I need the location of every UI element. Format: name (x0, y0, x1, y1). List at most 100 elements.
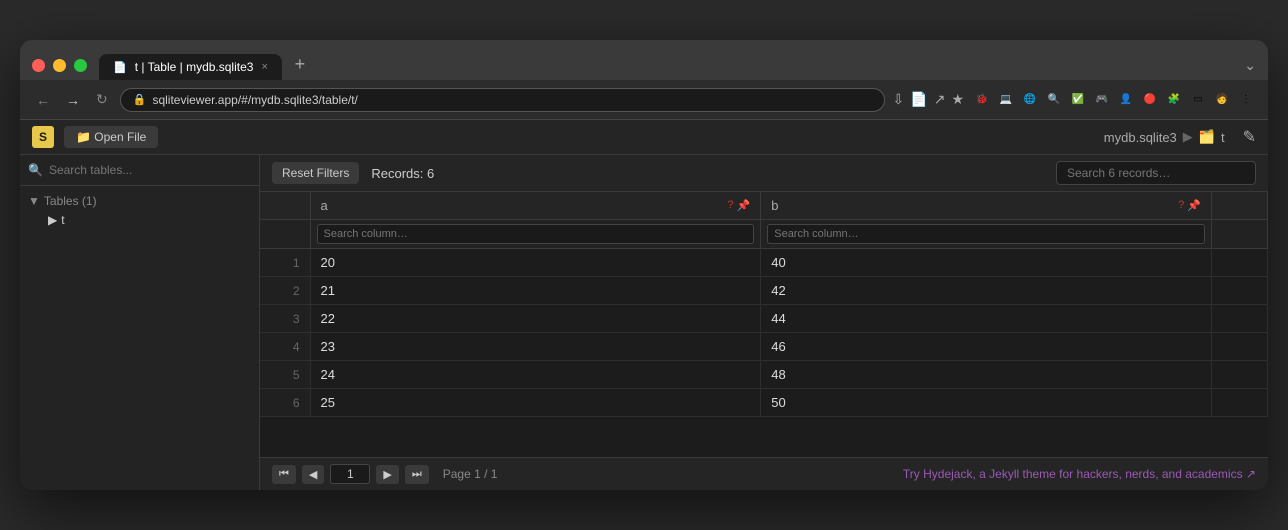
col-a-search-input[interactable] (317, 224, 755, 244)
tab-icon: 📄 (113, 61, 127, 74)
reset-filters-button[interactable]: Reset Filters (272, 162, 359, 184)
rownum-cell: 5 (260, 361, 310, 389)
table-row: 5 24 48 (260, 361, 1268, 389)
sidebar: 🔍 ▼ Tables (1) ▶ t (20, 155, 260, 490)
url-text: sqliteviewer.app/#/mydb.sqlite3/table/t/ (152, 93, 357, 107)
bookmark-icon[interactable]: ★ (951, 91, 964, 108)
app-content: S 📁 Open File mydb.sqlite3 ▶ 🗂️ t ✎ 🔍 (20, 120, 1268, 490)
col-extra-cell (1211, 305, 1267, 333)
prev-page-button[interactable]: ◀ (302, 465, 324, 484)
col-b-cell: 42 (761, 277, 1212, 305)
col-header-a: a ? 📌 (310, 192, 761, 220)
col-a-cell: 20 (310, 249, 761, 277)
lock-icon: 🔒 (133, 93, 147, 106)
open-file-button[interactable]: 📁 Open File (64, 126, 158, 148)
table-header-row: a ? 📌 b (260, 192, 1268, 220)
rownum-header (260, 192, 310, 220)
minimize-dot[interactable] (53, 59, 66, 72)
col-b-info-icon[interactable]: ? (1178, 199, 1184, 212)
ext-9[interactable]: 🧩 (1164, 90, 1184, 110)
title-bar: 📄 t | Table | mydb.sqlite3 × + ⌄ (20, 40, 1268, 80)
breadcrumb: mydb.sqlite3 ▶ 🗂️ t (1104, 129, 1225, 145)
ext-11[interactable]: 🧑 (1212, 90, 1232, 110)
tables-section-label: Tables (1) (44, 194, 97, 208)
col-b-cell: 44 (761, 305, 1212, 333)
sidebar-item-t[interactable]: ▶ t (28, 210, 251, 230)
rownum-cell: 6 (260, 389, 310, 417)
table-row: 2 21 42 (260, 277, 1268, 305)
page-input[interactable] (330, 464, 370, 484)
sidebar-search-input[interactable] (49, 163, 251, 177)
more-extensions[interactable]: ⋮ (1236, 90, 1256, 110)
first-page-button[interactable]: ⏮ (272, 465, 296, 484)
address-bar: ← → ↻ 🔒 sqliteviewer.app/#/mydb.sqlite3/… (20, 80, 1268, 120)
collapse-icon: ▼ (28, 194, 40, 208)
active-tab[interactable]: 📄 t | Table | mydb.sqlite3 × (99, 54, 282, 80)
rownum-search (260, 220, 310, 249)
table-body: 1 20 40 2 21 42 3 22 44 4 23 46 5 24 48 … (260, 249, 1268, 417)
data-table: a ? 📌 b (260, 192, 1268, 417)
rownum-cell: 2 (260, 277, 310, 305)
col-a-cell: 24 (310, 361, 761, 389)
ext-3[interactable]: 🌐 (1020, 90, 1040, 110)
ext-8[interactable]: 🔴 (1140, 90, 1160, 110)
tab-title: t | Table | mydb.sqlite3 (135, 60, 254, 74)
ext-2[interactable]: 💻 (996, 90, 1016, 110)
col-header-extra (1211, 192, 1267, 220)
hydejack-link[interactable]: Try Hydejack, a Jekyll theme for hackers… (903, 467, 1256, 481)
last-page-button[interactable]: ⏭ (405, 465, 429, 484)
ext-1[interactable]: 🐞 (972, 90, 992, 110)
col-b-search-cell (761, 220, 1212, 249)
records-bar: Reset Filters Records: 6 (260, 155, 1268, 192)
col-b-cell: 46 (761, 333, 1212, 361)
page-icon[interactable]: 📄 (910, 91, 927, 108)
col-extra-cell (1211, 249, 1267, 277)
rownum-cell: 1 (260, 249, 310, 277)
back-button[interactable]: ← (32, 88, 54, 112)
col-extra-cell (1211, 277, 1267, 305)
col-extra-search (1211, 220, 1267, 249)
close-dot[interactable] (32, 59, 45, 72)
tab-close-button[interactable]: × (261, 61, 267, 73)
col-a-pin-icon[interactable]: 📌 (737, 199, 751, 212)
sidebar-search-icon: 🔍 (28, 163, 43, 177)
app-logo: S (32, 126, 54, 148)
breadcrumb-table: t (1221, 130, 1225, 145)
url-bar[interactable]: 🔒 sqliteviewer.app/#/mydb.sqlite3/table/… (120, 88, 885, 112)
window-controls (32, 59, 87, 72)
new-tab-button[interactable]: + (286, 50, 314, 78)
share-icon[interactable]: ↗ (934, 91, 946, 108)
app-toolbar: S 📁 Open File mydb.sqlite3 ▶ 🗂️ t ✎ (20, 120, 1268, 155)
col-extra-cell (1211, 361, 1267, 389)
search-records-input[interactable] (1056, 161, 1256, 185)
ext-4[interactable]: 🔍 (1044, 90, 1064, 110)
col-a-search-cell (310, 220, 761, 249)
download-icon[interactable]: ⇩ (893, 91, 905, 108)
col-a-cell: 23 (310, 333, 761, 361)
forward-button[interactable]: → (62, 88, 84, 112)
col-b-search-input[interactable] (767, 224, 1205, 244)
page-info: Page 1 / 1 (443, 467, 498, 481)
ext-10[interactable]: ▭ (1188, 90, 1208, 110)
table-container: a ? 📌 b (260, 192, 1268, 457)
ext-5[interactable]: ✅ (1068, 90, 1088, 110)
refresh-button[interactable]: ↻ (92, 87, 112, 112)
chevron-down-icon: ⌄ (1244, 57, 1256, 74)
next-page-button[interactable]: ▶ (376, 465, 398, 484)
col-b-pin-icon[interactable]: 📌 (1187, 199, 1201, 212)
ext-7[interactable]: 👤 (1116, 90, 1136, 110)
maximize-dot[interactable] (74, 59, 87, 72)
breadcrumb-separator: ▶ (1183, 129, 1193, 145)
ext-6[interactable]: 🎮 (1092, 90, 1112, 110)
tables-section-header[interactable]: ▼ Tables (1) (28, 192, 251, 210)
col-search-row (260, 220, 1268, 249)
browser-toolbar-icons: ⇩ 📄 ↗ ★ (893, 91, 964, 108)
col-a-cell: 21 (310, 277, 761, 305)
rownum-cell: 3 (260, 305, 310, 333)
rownum-cell: 4 (260, 333, 310, 361)
table-row: 6 25 50 (260, 389, 1268, 417)
col-b-cell: 48 (761, 361, 1212, 389)
table-row-icon: ▶ (48, 213, 57, 227)
col-a-info-icon[interactable]: ? (727, 199, 733, 212)
edit-icon[interactable]: ✎ (1243, 127, 1256, 147)
